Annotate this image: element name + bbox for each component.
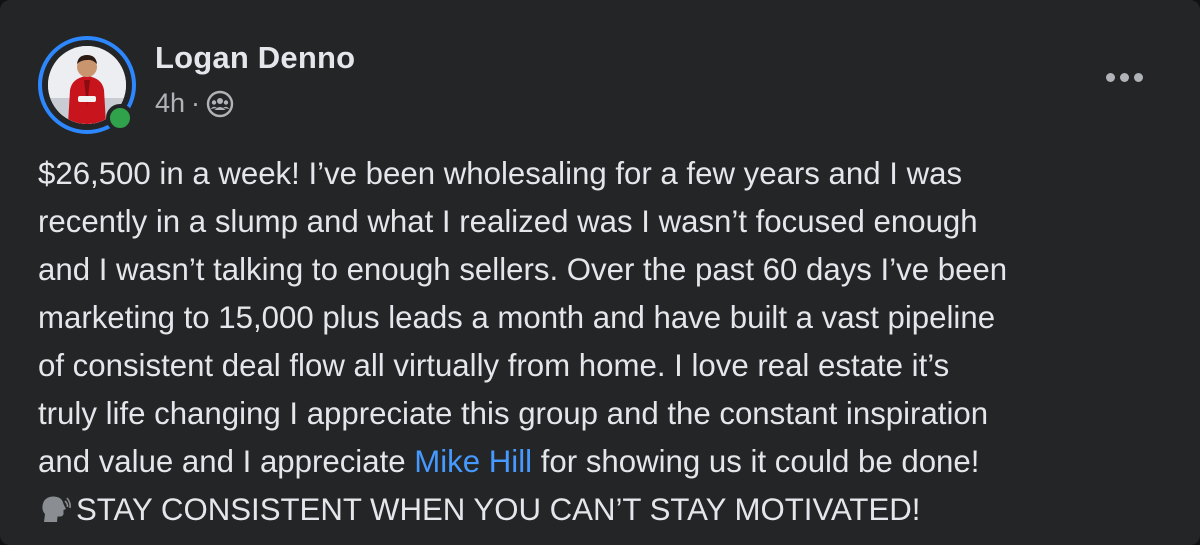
more-options-icon-dot — [1133, 72, 1143, 82]
online-status-indicator — [106, 104, 134, 132]
post-card: Logan Denno 4h · $26,500 in a week! I’ve… — [0, 0, 1200, 545]
post-text-line: of consistent deal flow all virtually fr… — [38, 348, 950, 383]
post-text-line: and value and I appreciate Mike Hill for… — [38, 438, 1178, 486]
post-meta: 4h · — [155, 88, 234, 119]
post-text-segment: and value and I appreciate — [38, 444, 415, 479]
post-text-line: and I wasn’t talking to enough sellers. … — [38, 252, 1008, 287]
post-text-line: $26,500 in a week! I’ve been wholesaling… — [38, 156, 963, 191]
meta-separator: · — [191, 88, 201, 118]
more-options-icon — [1105, 72, 1115, 82]
post-text-line: marketing to 15,000 plus leads a month a… — [38, 300, 996, 335]
post-text-line: STAY CONSISTENT WHEN YOU CAN’T STAY MOTI… — [38, 486, 1178, 534]
post-text-segment: for showing us it could be done! — [532, 444, 980, 479]
post-text-line: truly life changing I appreciate this gr… — [38, 396, 989, 431]
post-body: $26,500 in a week! I’ve been wholesaling… — [38, 150, 1178, 534]
post-text-segment: STAY CONSISTENT WHEN YOU CAN’T STAY MOTI… — [76, 492, 921, 527]
speaking-head-emoji-icon — [38, 492, 72, 526]
mention-link[interactable]: Mike Hill — [414, 444, 532, 479]
more-options-button[interactable] — [1096, 62, 1152, 92]
author-name[interactable]: Logan Denno — [155, 40, 355, 76]
post-timestamp[interactable]: 4h — [155, 88, 185, 119]
more-options-icon-dot — [1119, 72, 1129, 82]
group-audience-icon — [206, 90, 234, 118]
post-text-line: recently in a slump and what I realized … — [38, 204, 978, 239]
